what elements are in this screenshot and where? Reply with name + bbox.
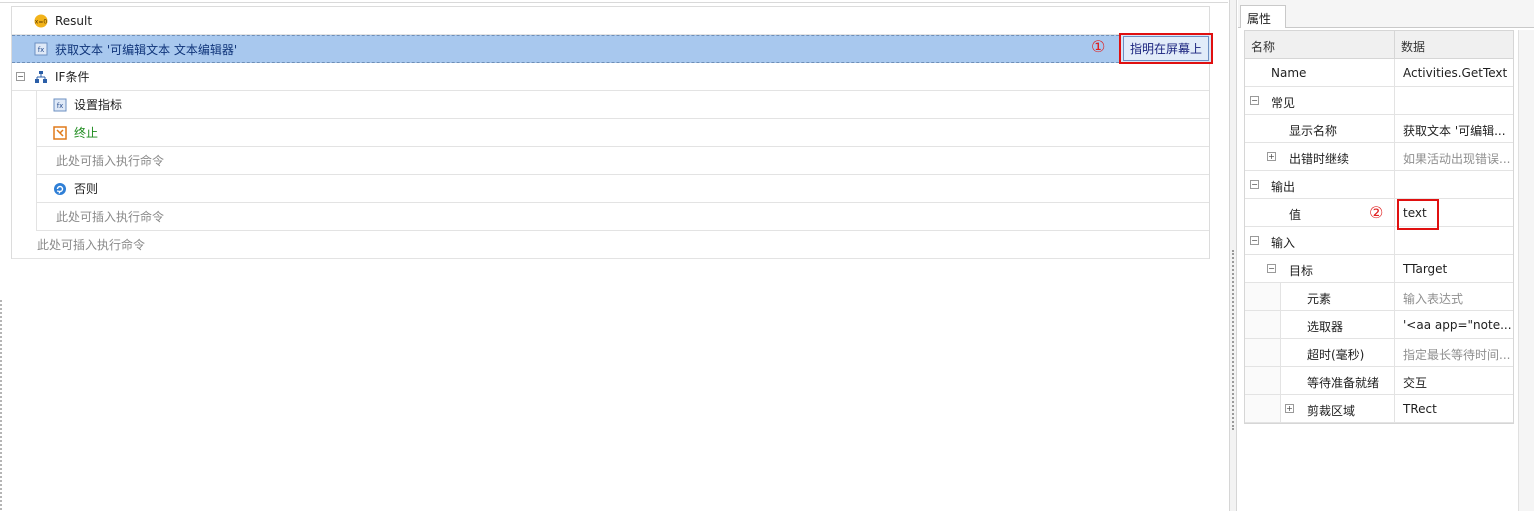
properties-panel: 属性 名称 数据 Name Activities.GetText − 常见 显示… <box>1238 0 1534 511</box>
annotation-highlight-box <box>1397 199 1439 230</box>
property-name: 超时(毫秒) <box>1307 348 1365 362</box>
property-row[interactable]: Name Activities.GetText <box>1245 59 1513 87</box>
drop-zone[interactable]: 此处可插入执行命令 <box>37 147 1209 175</box>
drop-zone-label: 此处可插入执行命令 <box>56 154 165 168</box>
drop-zone[interactable]: 此处可插入执行命令 <box>37 203 1209 231</box>
category-name: 输出 <box>1271 180 1296 194</box>
properties-tabbar: 属性 <box>1238 0 1534 28</box>
property-name: 等待准备就绪 <box>1307 376 1380 390</box>
grid-header: 名称 数据 <box>1245 31 1513 59</box>
activity-get-text[interactable]: fx 获取文本 '可编辑文本 文本编辑器' <box>12 35 1209 63</box>
collapse-icon[interactable]: − <box>16 72 25 81</box>
activity-else[interactable]: 否则 <box>37 175 1209 203</box>
property-value[interactable]: TRect <box>1395 395 1513 422</box>
property-value[interactable]: Activities.GetText <box>1395 59 1513 86</box>
property-category[interactable]: − 输入 <box>1245 227 1513 255</box>
property-name: 剪裁区域 <box>1307 404 1356 418</box>
if-branch-container: fx 设置指标 终止 此处可插入执行命令 否则 此处可插入执行命令 <box>36 91 1209 231</box>
property-row[interactable]: 值 ② text <box>1245 199 1513 230</box>
property-name: Name <box>1245 59 1395 86</box>
left-resize-grip[interactable] <box>0 300 3 510</box>
properties-scrollbar[interactable] <box>1518 30 1534 511</box>
property-row[interactable]: + 剪裁区域 TRect <box>1245 395 1513 423</box>
splitter-grip[interactable] <box>1232 250 1235 430</box>
property-value[interactable]: 输入表达式 <box>1395 283 1513 310</box>
property-value[interactable]: '<aa app="note... <box>1395 311 1513 338</box>
property-row[interactable]: + 出错时继续 如果活动出现错误... <box>1245 143 1513 171</box>
property-name: 选取器 <box>1307 320 1344 334</box>
property-value <box>1395 171 1513 198</box>
svg-text:fx: fx <box>57 102 64 110</box>
property-value <box>1395 87 1513 114</box>
property-name: 元素 <box>1307 292 1332 306</box>
sequence-container: x=0 Result fx 获取文本 '可编辑文本 文本编辑器' − IF条件 … <box>11 6 1210 259</box>
property-grid: 名称 数据 Name Activities.GetText − 常见 显示名称 … <box>1244 30 1514 424</box>
property-value[interactable]: 获取文本 '可编辑... <box>1395 115 1513 142</box>
property-row[interactable]: 超时(毫秒) 指定最长等待时间... <box>1245 339 1513 367</box>
property-row[interactable]: − 目标 TTarget <box>1245 255 1513 283</box>
collapse-icon[interactable]: − <box>1250 180 1259 189</box>
property-value[interactable]: 指定最长等待时间... <box>1395 339 1513 366</box>
if-icon <box>34 70 48 84</box>
designer-top-border <box>0 0 1228 3</box>
category-name: 常见 <box>1271 96 1296 110</box>
property-row[interactable]: 显示名称 获取文本 '可编辑... <box>1245 115 1513 143</box>
activity-label: 否则 <box>74 182 99 196</box>
column-header-value[interactable]: 数据 <box>1395 31 1513 58</box>
highlight-button-label: 指明在屏幕上 <box>1122 36 1209 61</box>
activity-if[interactable]: − IF条件 <box>12 63 1209 91</box>
property-row[interactable]: 元素 输入表达式 <box>1245 283 1513 311</box>
result-icon: x=0 <box>34 14 48 28</box>
property-name: 目标 <box>1289 264 1314 278</box>
activity-set-indicator[interactable]: fx 设置指标 <box>37 91 1209 119</box>
property-value <box>1395 227 1513 254</box>
svg-text:x=0: x=0 <box>35 18 48 25</box>
collapse-icon[interactable]: − <box>1250 96 1259 105</box>
property-row[interactable]: 等待准备就绪 交互 <box>1245 367 1513 395</box>
drop-zone[interactable]: 此处可插入执行命令 <box>12 231 1209 259</box>
highlight-on-screen-button[interactable]: 指明在屏幕上 <box>1119 33 1213 64</box>
set-indicator-icon: fx <box>53 98 67 112</box>
collapse-icon[interactable]: − <box>1250 236 1259 245</box>
drop-zone-label: 此处可插入执行命令 <box>56 210 165 224</box>
terminate-icon <box>53 125 67 140</box>
column-header-name[interactable]: 名称 <box>1245 31 1395 58</box>
property-category[interactable]: − 输出 <box>1245 171 1513 199</box>
property-value[interactable]: 如果活动出现错误... <box>1395 143 1513 170</box>
svg-text:fx: fx <box>38 46 45 54</box>
property-name: 出错时继续 <box>1289 152 1350 166</box>
annotation-marker-2: ② <box>1369 203 1384 222</box>
drop-zone-label: 此处可插入执行命令 <box>37 238 146 252</box>
expand-icon[interactable]: + <box>1267 152 1276 161</box>
activity-label: 终止 <box>74 126 99 140</box>
tab-properties[interactable]: 属性 <box>1240 5 1286 28</box>
property-category[interactable]: − 常见 <box>1245 87 1513 115</box>
get-text-icon: fx <box>34 42 48 56</box>
activity-result[interactable]: x=0 Result <box>12 7 1209 35</box>
workflow-designer: x=0 Result fx 获取文本 '可编辑文本 文本编辑器' − IF条件 … <box>0 0 1228 511</box>
activity-label: 获取文本 '可编辑文本 文本编辑器' <box>55 42 238 57</box>
property-row[interactable]: 选取器 '<aa app="note... <box>1245 311 1513 339</box>
property-value[interactable]: TTarget <box>1395 255 1513 282</box>
property-value[interactable]: 交互 <box>1395 367 1513 394</box>
property-name: 值 <box>1289 208 1302 222</box>
expand-icon[interactable]: + <box>1285 404 1294 413</box>
category-name: 输入 <box>1271 236 1296 250</box>
else-icon <box>53 182 67 196</box>
annotation-marker-1: ① <box>1091 37 1106 56</box>
property-name: 显示名称 <box>1245 115 1395 142</box>
collapse-icon[interactable]: − <box>1267 264 1276 273</box>
activity-label: Result <box>55 13 93 28</box>
panel-splitter[interactable] <box>1229 0 1237 511</box>
activity-terminate[interactable]: 终止 <box>37 119 1209 147</box>
activity-label: 设置指标 <box>74 98 123 112</box>
activity-label: IF条件 <box>55 70 90 84</box>
